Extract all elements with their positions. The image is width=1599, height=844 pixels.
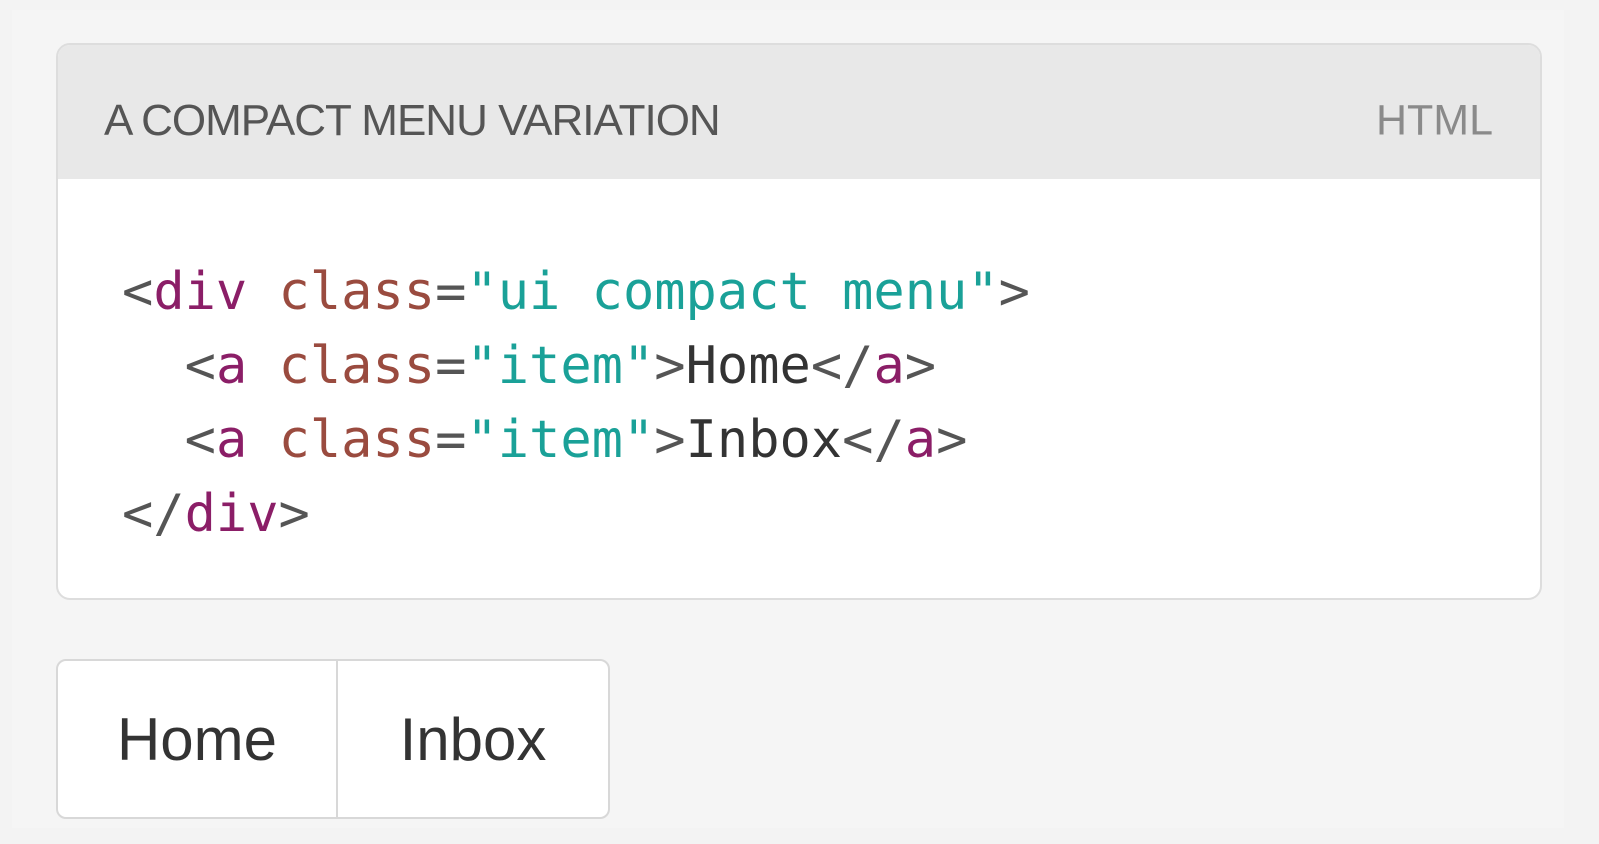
code-token: "ui compact menu" [466, 262, 999, 322]
code-language-label: HTML [1375, 96, 1493, 145]
code-token: a [215, 410, 248, 470]
code-token: class [278, 262, 436, 322]
code-token: > [278, 484, 310, 544]
compact-menu: Home Inbox [56, 659, 610, 819]
code-line: <div class="ui compact menu"> [122, 255, 1030, 329]
code-example-card: A COMPACT MENU VARIATION HTML <div class… [56, 43, 1542, 600]
code-line: </div> [122, 477, 1030, 551]
code-token: div [184, 484, 279, 544]
menu-item-home[interactable]: Home [58, 661, 338, 817]
code-token: a [873, 336, 905, 396]
code-token: a [904, 410, 937, 470]
code-token: > [654, 410, 686, 470]
code-token: </ [810, 336, 874, 396]
code-token: Inbox [685, 410, 843, 470]
code-token: > [998, 262, 1030, 322]
code-token: > [904, 336, 937, 396]
code-example-title: A COMPACT MENU VARIATION [104, 96, 721, 145]
code-token: "item" [466, 410, 655, 470]
code-token: div [153, 262, 248, 322]
code-token: < [184, 410, 216, 470]
code-line: <a class="item">Inbox</a> [122, 403, 1030, 477]
code-token: a [215, 336, 248, 396]
code-token: > [654, 336, 686, 396]
code-token: </ [842, 410, 905, 470]
code-example-header: A COMPACT MENU VARIATION HTML [58, 45, 1540, 179]
code-token: "item" [466, 336, 655, 396]
code-token: < [184, 336, 216, 396]
code-token: Home [685, 336, 811, 396]
code-token: > [936, 410, 968, 470]
menu-item-inbox[interactable]: Inbox [338, 661, 608, 817]
code-token: < [122, 262, 154, 322]
code-token: = [435, 336, 467, 396]
code-token: class [278, 410, 436, 470]
code-token: = [435, 262, 467, 322]
code-token: class [278, 336, 436, 396]
code-token: </ [122, 484, 185, 544]
code-line: <a class="item">Home</a> [122, 329, 1030, 403]
page-background: A COMPACT MENU VARIATION HTML <div class… [12, 10, 1564, 828]
code-token: = [435, 410, 467, 470]
code-block: <div class="ui compact menu"> <a class="… [122, 255, 1030, 551]
